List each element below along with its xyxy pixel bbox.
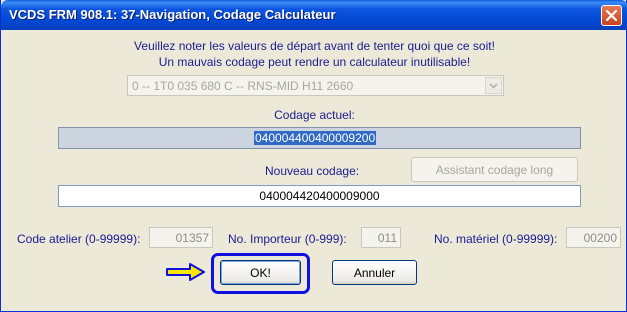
close-x-icon [606,10,617,21]
shop-code-label: Code atelier (0-99999): [17,232,141,246]
close-button[interactable] [601,5,622,26]
current-coding-label: Codage actuel: [274,108,355,122]
cancel-button[interactable]: Annuler [332,260,417,285]
module-select-value: 0 -- 1T0 035 680 C -- RNS-MID H11 2660 [132,79,354,93]
shop-code-field[interactable]: 01357 [149,227,213,248]
coding-dialog: VCDS FRM 908.1: 37-Navigation, Codage Ca… [0,0,627,312]
chevron-down-icon[interactable] [485,77,502,94]
warning-line-2: Un mauvais codage peut rendre un calcula… [158,55,471,69]
title-bar[interactable]: VCDS FRM 908.1: 37-Navigation, Codage Ca… [1,0,627,30]
importer-label: No. Importeur (0-999): [228,232,347,246]
long-coding-assistant-button[interactable]: Assistant codage long [411,157,578,182]
equipment-field[interactable]: 00200 [566,227,621,248]
warning-line-1: Veuillez noter les valeurs de départ ava… [134,39,495,53]
window-title: VCDS FRM 908.1: 37-Navigation, Codage Ca… [9,7,336,22]
new-coding-value: 040004420400009000 [259,189,380,203]
current-coding-value: 040004400400009200 [254,131,377,145]
new-coding-label: Nouveau codage: [265,164,360,178]
equipment-label: No. matériel (0-99999): [434,232,558,246]
ok-button[interactable]: OK! [220,260,301,285]
current-coding-field[interactable]: 040004400400009200 [58,127,581,149]
importer-field[interactable]: 011 [361,227,401,248]
new-coding-input[interactable]: 040004420400009000 [58,185,581,207]
pointer-arrow-icon [166,263,205,281]
module-select[interactable]: 0 -- 1T0 035 680 C -- RNS-MID H11 2660 [127,75,504,96]
